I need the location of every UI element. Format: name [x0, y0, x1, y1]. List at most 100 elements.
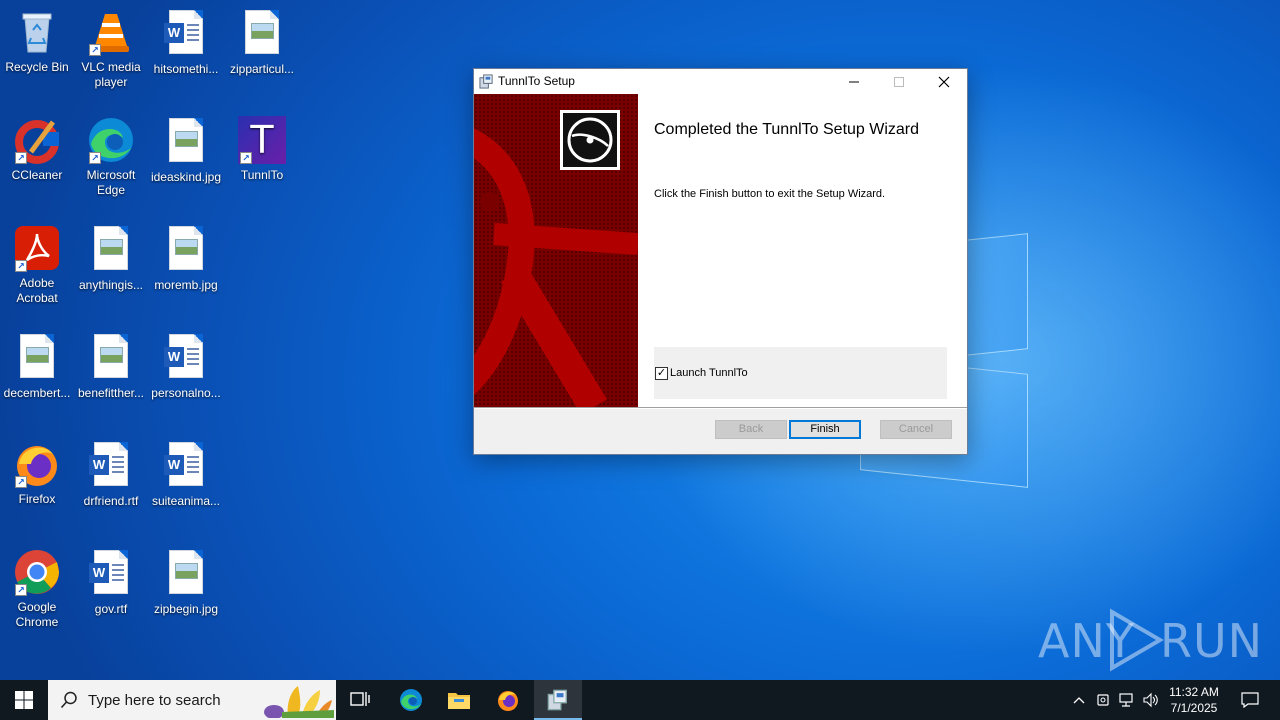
image-file-icon	[162, 550, 210, 598]
taskbar-file-explorer[interactable]	[435, 680, 483, 720]
launch-option-panel: ✓ Launch TunnlTo	[654, 347, 947, 399]
chevron-up-icon	[1073, 697, 1085, 704]
start-button[interactable]	[0, 680, 48, 720]
taskbar-edge[interactable]	[387, 680, 435, 720]
installer-icon	[547, 689, 567, 711]
edge-icon: ↗	[87, 116, 135, 164]
title-bar[interactable]: TunnlTo Setup	[474, 69, 967, 94]
desktop-icon-label: personalno...	[151, 386, 221, 400]
device-icon	[1097, 694, 1109, 706]
image-file-icon	[87, 226, 135, 274]
maximize-button[interactable]	[876, 69, 921, 94]
task-view-icon	[350, 692, 370, 706]
watermark-text-right: RUN	[1160, 614, 1264, 668]
desktop-icon-zipparticul[interactable]: zipparticul...	[225, 8, 299, 77]
finish-button[interactable]: Finish	[789, 420, 861, 439]
taskbar-tunnlto-setup[interactable]	[534, 680, 582, 720]
desktop-icon-recycle-bin[interactable]: Recycle Bin	[0, 8, 74, 75]
minimize-icon	[848, 81, 859, 82]
desktop-icon-label: Adobe Acrobat	[16, 276, 58, 305]
desktop-icon-label: VLC media player	[81, 60, 141, 89]
play-triangle-icon	[1110, 608, 1164, 672]
word-doc-icon: W	[162, 442, 210, 490]
tray-network-button[interactable]	[1114, 680, 1138, 720]
desktop-icon-zipbegin[interactable]: zipbegin.jpg	[149, 548, 223, 617]
desktop-icon-personalno[interactable]: W personalno...	[149, 332, 223, 401]
desktop: Recycle Bin ↗ CCleaner ↗ Adobe Acrobat d…	[0, 0, 1280, 680]
close-icon	[938, 76, 949, 87]
desktop-icon-label: moremb.jpg	[154, 278, 218, 292]
clock-date: 7/1/2025	[1170, 701, 1218, 715]
desktop-icon-anythingis[interactable]: anythingis...	[74, 224, 148, 293]
close-button[interactable]	[921, 69, 966, 94]
desktop-icon-gov[interactable]: W gov.rtf	[74, 548, 148, 617]
taskbar-clock[interactable]: 11:32 AM 7/1/2025	[1163, 684, 1225, 716]
image-file-icon	[87, 334, 135, 382]
desktop-icon-microsoft-edge[interactable]: ↗ Microsoft Edge	[74, 116, 148, 198]
wizard-heading: Completed the TunnlTo Setup Wizard	[654, 121, 920, 138]
desktop-icon-moremb[interactable]: moremb.jpg	[149, 224, 223, 293]
taskbar-search-box[interactable]: Type here to search	[48, 680, 336, 720]
shortcut-arrow-icon: ↗	[89, 152, 101, 164]
desktop-icon-benefitther[interactable]: benefitther...	[74, 332, 148, 401]
shortcut-arrow-icon: ↗	[15, 152, 27, 164]
desktop-icon-label: CCleaner	[11, 168, 63, 182]
setup-window[interactable]: TunnlTo Setup Completed the TunnlTo Setu…	[473, 68, 968, 455]
desktop-icon-label: anythingis...	[78, 278, 144, 292]
cancel-button[interactable]: Cancel	[880, 420, 952, 439]
word-doc-icon: W	[87, 442, 135, 490]
tray-volume-button[interactable]	[1138, 680, 1164, 720]
installer-icon	[479, 74, 493, 89]
tray-device-button[interactable]	[1092, 680, 1114, 720]
wizard-description: Click the Finish button to exit the Setu…	[654, 188, 886, 200]
shortcut-arrow-icon: ↗	[15, 476, 27, 488]
show-hidden-icons-button[interactable]	[1066, 680, 1092, 720]
back-button[interactable]: Back	[715, 420, 787, 439]
shortcut-arrow-icon: ↗	[15, 584, 27, 596]
desktop-icon-ideaskind[interactable]: ideaskind.jpg	[149, 116, 223, 185]
desktop-icon-adobe-acrobat[interactable]: ↗ Adobe Acrobat	[0, 224, 74, 306]
wizard-banner-art	[474, 94, 638, 407]
desktop-icon-firefox[interactable]: ↗ Firefox	[0, 440, 74, 507]
network-icon	[1119, 693, 1133, 707]
desktop-icon-label: zipbegin.jpg	[153, 602, 219, 616]
desktop-icon-label: zipparticul...	[229, 62, 295, 76]
firefox-icon: ↗	[13, 440, 61, 488]
desktop-icon-ccleaner[interactable]: ↗ CCleaner	[0, 116, 74, 183]
taskbar-firefox[interactable]	[484, 680, 532, 720]
desktop-icon-suiteanima[interactable]: W suiteanima...	[149, 440, 223, 509]
task-view-button[interactable]	[336, 680, 384, 720]
vlc-icon: ↗	[87, 8, 135, 56]
notification-center-button[interactable]	[1232, 680, 1268, 720]
firefox-icon	[498, 691, 518, 711]
desktop-icon-google-chrome[interactable]: ↗ Google Chrome	[0, 548, 74, 630]
shortcut-arrow-icon: ↗	[15, 260, 27, 272]
wizard-content: Completed the TunnlTo Setup Wizard Click…	[638, 94, 967, 407]
divider	[474, 408, 967, 409]
desktop-icon-decembert[interactable]: decembert...	[0, 332, 74, 401]
desktop-icon-tunnlto[interactable]: T ↗ TunnlTo	[225, 116, 299, 183]
chrome-icon: ↗	[13, 548, 61, 596]
desktop-icon-label: suiteanima...	[151, 494, 221, 508]
desktop-icon-label: decembert...	[3, 386, 71, 400]
desktop-icon-label: drfriend.rtf	[83, 494, 139, 508]
taskbar: Type here to search 11:32 AM 7/1/2025	[0, 680, 1280, 720]
window-title: TunnlTo Setup	[498, 74, 575, 88]
launch-checkbox[interactable]: ✓	[655, 367, 668, 380]
minimize-button[interactable]	[831, 69, 876, 94]
desktop-icon-label: Google Chrome	[15, 600, 59, 629]
launch-checkbox-label[interactable]: Launch TunnlTo	[670, 367, 748, 379]
shortcut-arrow-icon: ↗	[240, 152, 252, 164]
desktop-icon-label: Microsoft Edge	[86, 168, 136, 197]
desktop-icon-hitsomethi[interactable]: W hitsomethi...	[149, 8, 223, 77]
wizard-banner	[474, 94, 638, 407]
desktop-icon-label: TunnlTo	[240, 168, 284, 182]
desktop-icon-drfriend[interactable]: W drfriend.rtf	[74, 440, 148, 509]
anyrun-watermark: ANY RUN	[1038, 608, 1262, 674]
tunnlto-icon: T ↗	[238, 116, 286, 164]
windows-icon	[15, 691, 33, 709]
desktop-icon-vlc[interactable]: ↗ VLC media player	[74, 8, 148, 90]
image-file-icon	[162, 226, 210, 274]
desktop-icon-label: ideaskind.jpg	[150, 170, 222, 184]
word-doc-icon: W	[162, 10, 210, 58]
